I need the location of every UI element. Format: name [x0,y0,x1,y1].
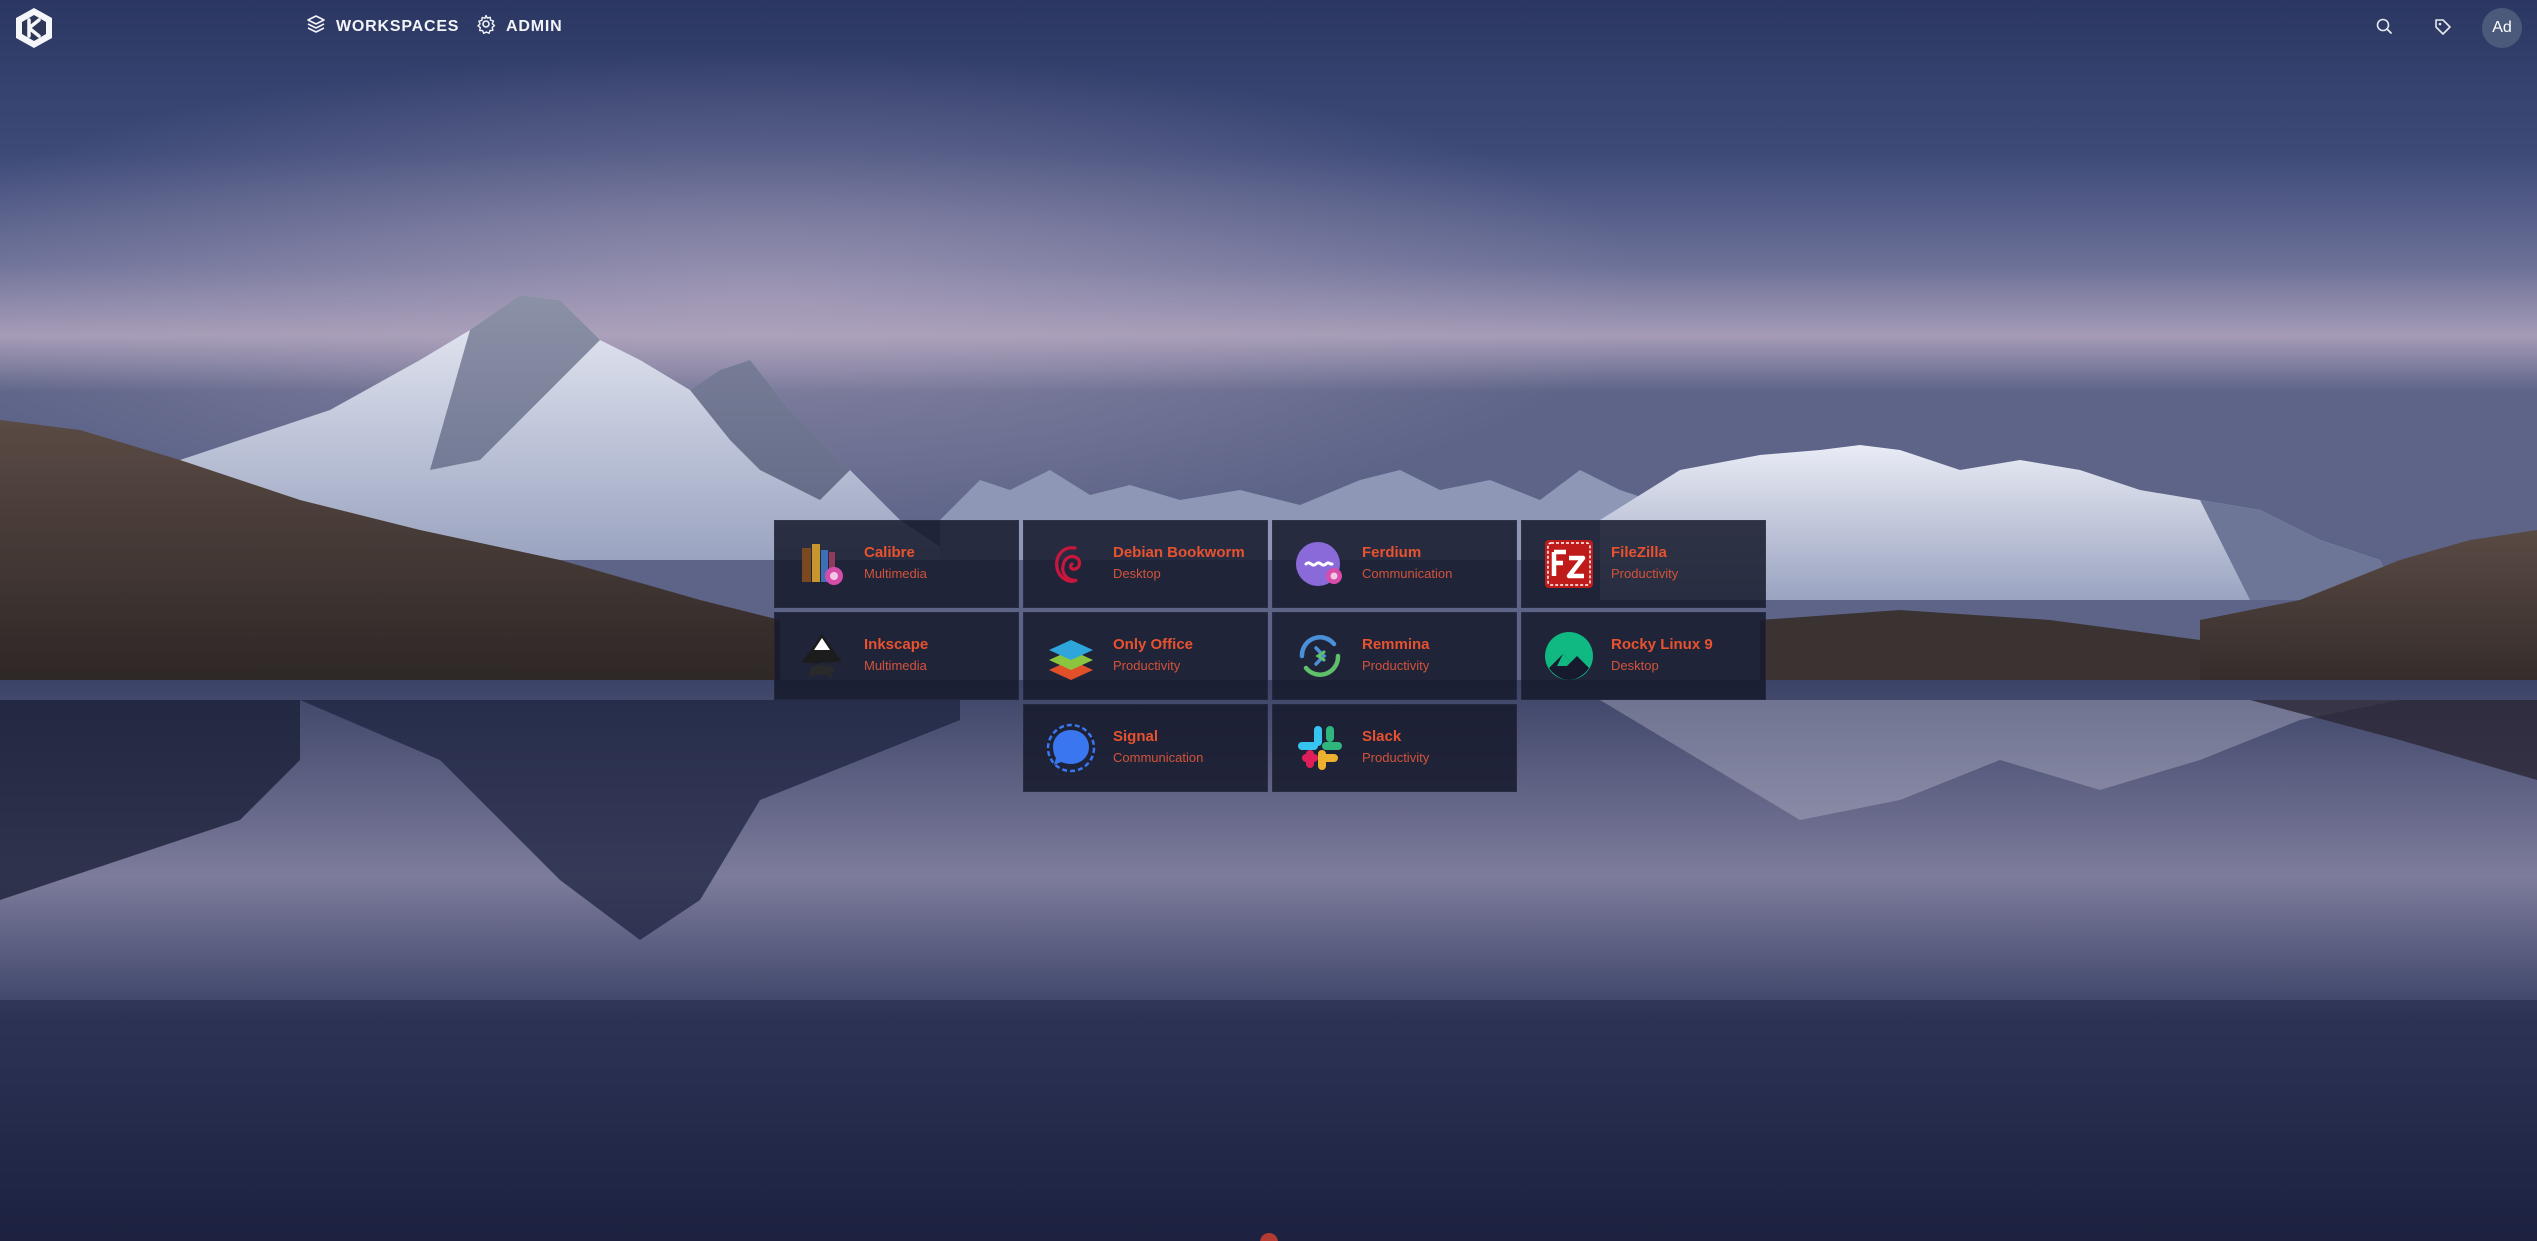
gear-icon [476,14,496,39]
workspace-tile-rocky-linux-9[interactable]: Rocky Linux 9 Desktop [1521,612,1766,700]
nav-workspaces-label: WORKSPACES [336,17,460,35]
workspace-name: FileZilla [1611,544,1667,561]
workspace-name: Only Office [1113,636,1194,653]
workspace-tile-slack[interactable]: Slack Productivity [1272,704,1517,792]
workspace-name: Signal [1113,728,1159,745]
workspace-tile-ferdium[interactable]: Ferdium Communication [1272,520,1517,608]
workspace-name: Ferdium [1362,544,1422,561]
nav-workspaces[interactable]: WORKSPACES [306,14,459,39]
workspace-category: Desktop [1113,566,1161,581]
onlyoffice-icon [1045,630,1097,682]
workspace-category: Productivity [1362,750,1430,765]
ferdium-icon [1294,538,1346,590]
calibre-icon [796,538,848,590]
workspace-name: Debian Bookworm [1113,544,1245,561]
debian-icon [1045,538,1097,590]
workspace-category: Productivity [1113,658,1181,673]
kasm-logo-icon[interactable] [12,6,56,50]
inkscape-icon [796,630,848,682]
workspace-tile-only-office[interactable]: Only Office Productivity [1023,612,1268,700]
workspace-name: Rocky Linux 9 [1611,636,1713,653]
rocky-linux-icon [1543,630,1595,682]
workspace-name: Calibre [864,544,915,561]
workspace-category: Productivity [1362,658,1430,673]
workspace-tile-inkscape[interactable]: Inkscape Multimedia [774,612,1019,700]
workspace-grid: Calibre Multimedia Debian Bookworm Deskt… [774,520,1766,792]
workspace-tile-signal[interactable]: Signal Communication [1023,704,1268,792]
signal-icon [1045,722,1097,774]
workspace-name: Remmina [1362,636,1430,653]
remmina-icon [1294,630,1346,682]
workspace-tile-remmina[interactable]: Remmina Productivity [1272,612,1517,700]
workspace-category: Multimedia [864,658,927,673]
workspace-category: Productivity [1611,566,1679,581]
workspace-name: Inkscape [864,636,929,653]
layers-icon [306,14,326,39]
workspace-name: Slack [1362,728,1402,745]
nav-admin[interactable]: ADMIN [476,14,562,39]
workspace-tile-calibre[interactable]: Calibre Multimedia [774,520,1019,608]
search-icon[interactable] [2374,16,2396,38]
tag-icon[interactable] [2432,16,2454,38]
user-avatar[interactable]: Ad [2482,8,2522,48]
top-navigation-bar: WORKSPACES ADMIN Ad [0,0,2537,56]
workspace-tile-filezilla[interactable]: FileZilla Productivity [1521,520,1766,608]
filezilla-icon [1543,538,1595,590]
workspace-category: Communication [1362,566,1453,581]
workspace-category: Desktop [1611,658,1659,673]
workspace-tile-debian-bookworm[interactable]: Debian Bookworm Desktop [1023,520,1268,608]
slack-icon [1294,722,1346,774]
workspace-category: Communication [1113,750,1204,765]
workspace-category: Multimedia [864,566,927,581]
nav-admin-label: ADMIN [506,17,563,35]
